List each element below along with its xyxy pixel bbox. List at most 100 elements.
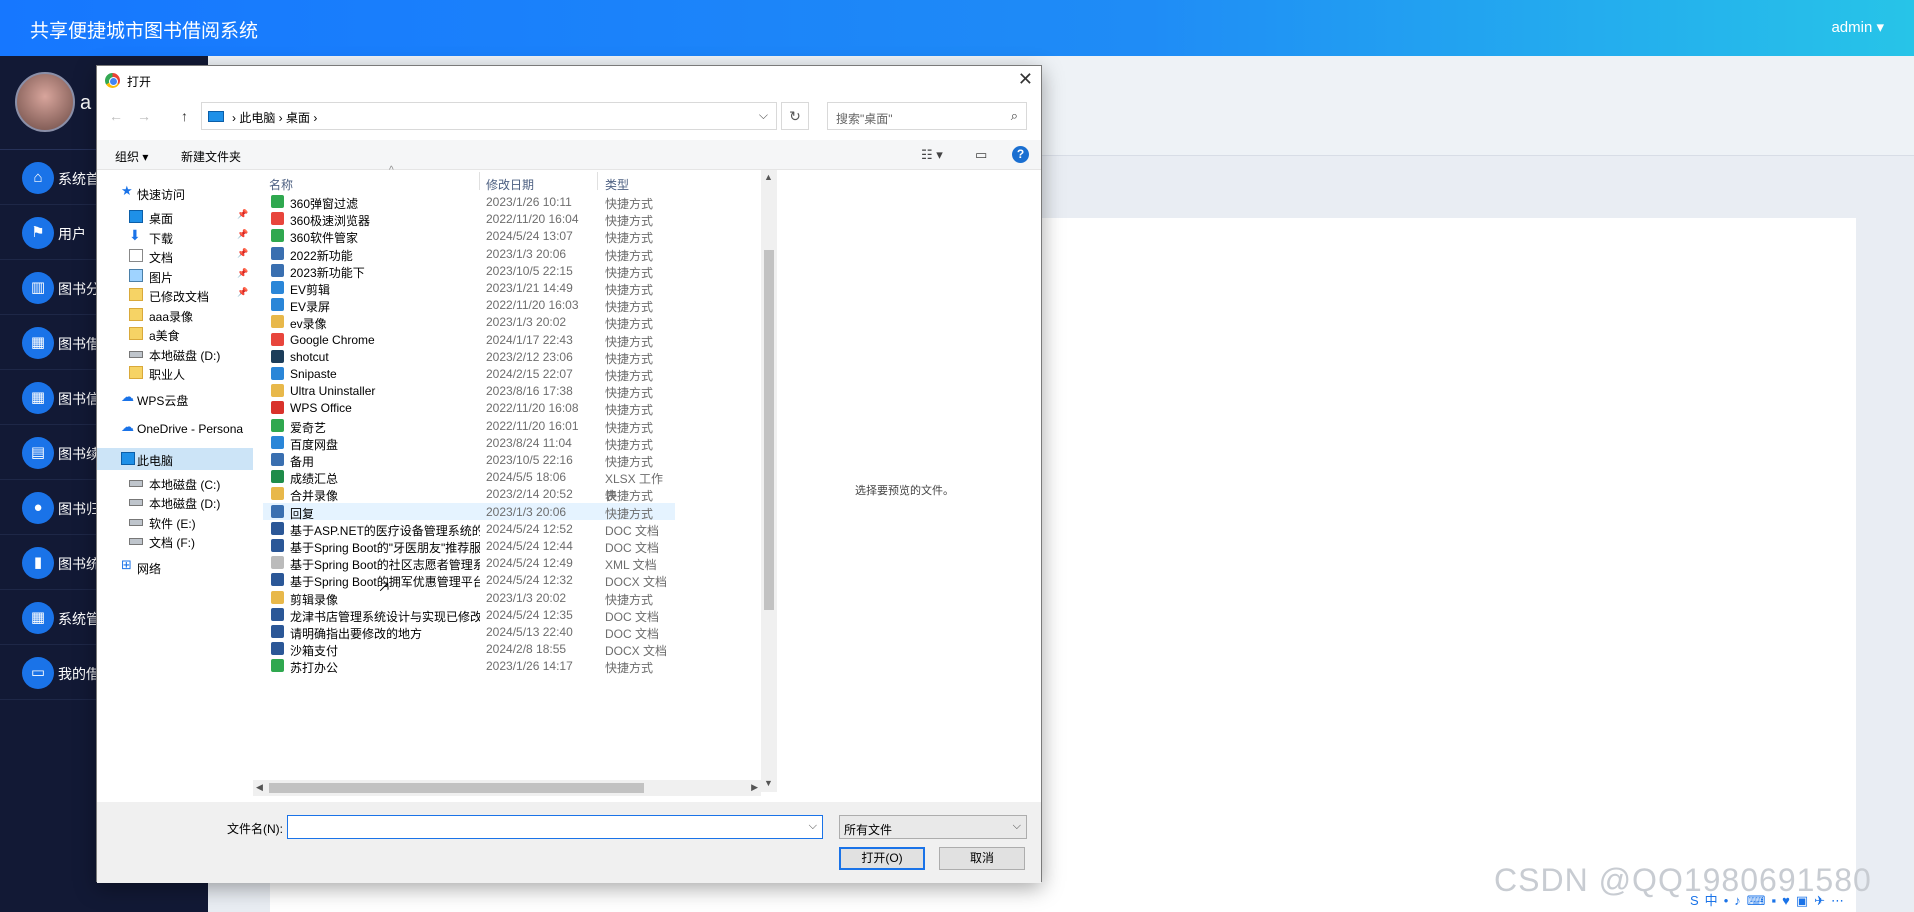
file-row[interactable]: Google Chrome 2024/1/17 22:43 快捷方式: [263, 331, 675, 349]
scroll-thumb[interactable]: [764, 250, 774, 610]
nav-item[interactable]: 此电脑: [97, 447, 253, 470]
file-row[interactable]: 基于Spring Boot的"牙医朋友"推荐服务...2024/5/24 12:…: [263, 537, 675, 555]
file-row[interactable]: 基于ASP.NET的医疗设备管理系统的设计...2024/5/24 12:52D…: [263, 520, 675, 538]
column-divider[interactable]: [479, 172, 480, 190]
pin-icon[interactable]: 📌: [237, 287, 248, 298]
file-row[interactable]: 爱奇艺 2022/11/20 16:01 快捷方式: [263, 417, 675, 435]
tray-icon[interactable]: S: [1690, 893, 1699, 908]
nav-item[interactable]: 文档 (F:): [97, 530, 253, 552]
filetype-select[interactable]: 所有文件 ⌵: [839, 815, 1027, 839]
user-menu[interactable]: admin ▾: [1831, 18, 1884, 36]
file-icon: [271, 315, 284, 329]
column-divider[interactable]: [597, 172, 598, 190]
tray-icon[interactable]: ⌨: [1747, 893, 1766, 909]
file-row[interactable]: WPS Office 2022/11/20 16:08 快捷方式: [263, 399, 675, 417]
file-row[interactable]: EV录屏 2022/11/20 16:03 快捷方式: [263, 296, 675, 314]
search-icon[interactable]: ⌕: [1011, 108, 1018, 124]
file-row[interactable]: 苏打办公 2023/1/26 14:17 快捷方式: [263, 657, 675, 675]
search-input[interactable]: 搜索"桌面": [836, 110, 893, 127]
pin-icon[interactable]: 📌: [237, 229, 248, 240]
nav-item-label: 软件 (E:): [149, 516, 196, 531]
file-row[interactable]: 360软件管家 2024/5/24 13:07 快捷方式: [263, 227, 675, 245]
up-button[interactable]: ↑: [181, 108, 188, 124]
tray-icon[interactable]: ♥: [1782, 893, 1790, 908]
scroll-left-icon[interactable]: ◀: [256, 782, 263, 793]
pin-icon[interactable]: 📌: [237, 209, 248, 220]
view-options-icon[interactable]: ☷ ▾: [921, 147, 943, 163]
close-button[interactable]: ✕: [1018, 69, 1033, 90]
scroll-down-icon[interactable]: ▼: [764, 778, 773, 788]
help-icon[interactable]: ?: [1012, 146, 1029, 163]
vertical-scrollbar[interactable]: ▲ ▼: [761, 170, 777, 792]
nav-item[interactable]: ☁ WPS云盘: [97, 388, 253, 410]
chevron-down-icon[interactable]: ⌵: [759, 108, 768, 123]
nav-item[interactable]: ⊞ 网络: [97, 556, 253, 578]
tray-icon[interactable]: ⋯: [1831, 893, 1844, 909]
nav-item[interactable]: ☁ OneDrive - Persona: [97, 418, 253, 440]
file-date: 2023/1/3 20:06: [486, 246, 567, 261]
avatar[interactable]: [15, 72, 75, 132]
horizontal-scrollbar[interactable]: ◀ ▶: [253, 780, 761, 796]
column-name[interactable]: 名称: [269, 176, 293, 193]
file-row[interactable]: 360极速浏览器 2022/11/20 16:04 快捷方式: [263, 210, 675, 228]
open-button[interactable]: 打开(O): [839, 847, 925, 870]
column-date[interactable]: 修改日期: [486, 176, 534, 193]
file-row[interactable]: 龙津书店管理系统设计与实现已修改 2024/5/24 12:35 DOC 文档: [263, 606, 675, 624]
nav-item-label: 文档 (F:): [149, 536, 195, 550]
back-button[interactable]: ←: [109, 108, 123, 124]
file-row[interactable]: 2023新功能下 2023/10/5 22:15 快捷方式: [263, 262, 675, 280]
address-row: ← → ↑ › 此电脑 › 桌面 › ⌵ ↻ 搜索"桌面" ⌕: [97, 100, 1041, 134]
file-row[interactable]: 360弹窗过滤 2023/1/26 10:11 快捷方式: [263, 193, 675, 211]
file-row[interactable]: 回复 2023/1/3 20:06 快捷方式: [263, 502, 675, 521]
file-row[interactable]: 2022新功能 2023/1/3 20:06 快捷方式: [263, 245, 675, 263]
file-row[interactable]: ev录像 2023/1/3 20:02 快捷方式: [263, 313, 675, 331]
cancel-button[interactable]: 取消: [939, 847, 1025, 870]
file-row[interactable]: Ultra Uninstaller 2023/8/16 17:38 快捷方式: [263, 382, 675, 400]
hscroll-thumb[interactable]: [269, 783, 644, 793]
file-date: 2023/1/3 20:02: [486, 315, 567, 330]
file-row[interactable]: Snipaste 2024/2/15 22:07 快捷方式: [263, 365, 675, 383]
file-icon: [271, 401, 284, 415]
tray-icon[interactable]: ✈: [1814, 893, 1825, 909]
file-date: 2023/8/16 17:38: [486, 384, 573, 399]
file-row[interactable]: 基于Spring Boot的拥军优惠管理平台设...2024/5/24 12:3…: [263, 571, 675, 589]
search-box[interactable]: 搜索"桌面" ⌕: [827, 102, 1027, 130]
file-row[interactable]: shotcut 2023/2/12 23:06 快捷方式: [263, 348, 675, 366]
nav-item[interactable]: ★ 快速访问: [97, 182, 253, 204]
file-row[interactable]: 沙箱支付 2024/2/8 18:55 DOCX 文档: [263, 640, 675, 658]
organize-button[interactable]: 组织 ▾: [115, 148, 148, 165]
file-row[interactable]: 基于Spring Boot的社区志愿者管理系统...2024/5/24 12:4…: [263, 554, 675, 572]
nav-item-label: 此电脑: [137, 453, 174, 468]
tray-icon[interactable]: •: [1724, 893, 1729, 908]
address-bar[interactable]: › 此电脑 › 桌面 › ⌵: [201, 102, 777, 130]
file-row[interactable]: EV剪辑 2023/1/21 14:49 快捷方式: [263, 279, 675, 297]
forward-button[interactable]: →: [137, 108, 151, 124]
file-row[interactable]: 合并录像 2023/2/14 20:52 快捷方式: [263, 485, 675, 503]
file-row[interactable]: 备用 2023/10/5 22:16 快捷方式: [263, 451, 675, 469]
nav-item-label: 图片: [149, 270, 174, 285]
scroll-up-icon[interactable]: ▲: [764, 172, 773, 182]
tray-icon[interactable]: ▪: [1772, 893, 1777, 908]
dialog-toolbar: 组织 ▾ 新建文件夹 ☷ ▾ ▭ ?: [97, 140, 1041, 170]
menu-icon: ▦: [22, 602, 54, 634]
sidebar-item-label: 图书续: [58, 446, 100, 462]
file-row[interactable]: 请明确指出要修改的地方 2024/5/13 22:40 DOC 文档: [263, 623, 675, 641]
pin-icon[interactable]: 📌: [237, 248, 248, 259]
chevron-down-icon[interactable]: ⌵: [809, 820, 817, 833]
chevron-down-icon[interactable]: ⌵: [1013, 820, 1021, 833]
refresh-button[interactable]: ↻: [781, 102, 809, 130]
preview-pane-icon[interactable]: ▭: [975, 147, 987, 163]
file-row[interactable]: 剪辑录像 2023/1/3 20:02 快捷方式: [263, 589, 675, 607]
file-row[interactable]: 成绩汇总 2024/5/5 18:06 XLSX 工作表: [263, 468, 675, 503]
tray-icon[interactable]: 中: [1705, 890, 1718, 909]
nav-item[interactable]: 职业人: [97, 362, 253, 384]
pin-icon[interactable]: 📌: [237, 268, 248, 279]
filename-input[interactable]: ⌵: [287, 815, 823, 839]
scroll-right-icon[interactable]: ▶: [751, 782, 758, 793]
breadcrumb[interactable]: › 此电脑 › 桌面 ›: [232, 109, 317, 126]
column-type[interactable]: 类型: [605, 176, 629, 193]
tray-icon[interactable]: ♪: [1734, 893, 1741, 908]
file-row[interactable]: 百度网盘 2023/8/24 11:04 快捷方式: [263, 434, 675, 452]
tray-icon[interactable]: ▣: [1796, 893, 1808, 909]
new-folder-button[interactable]: 新建文件夹: [181, 148, 241, 165]
